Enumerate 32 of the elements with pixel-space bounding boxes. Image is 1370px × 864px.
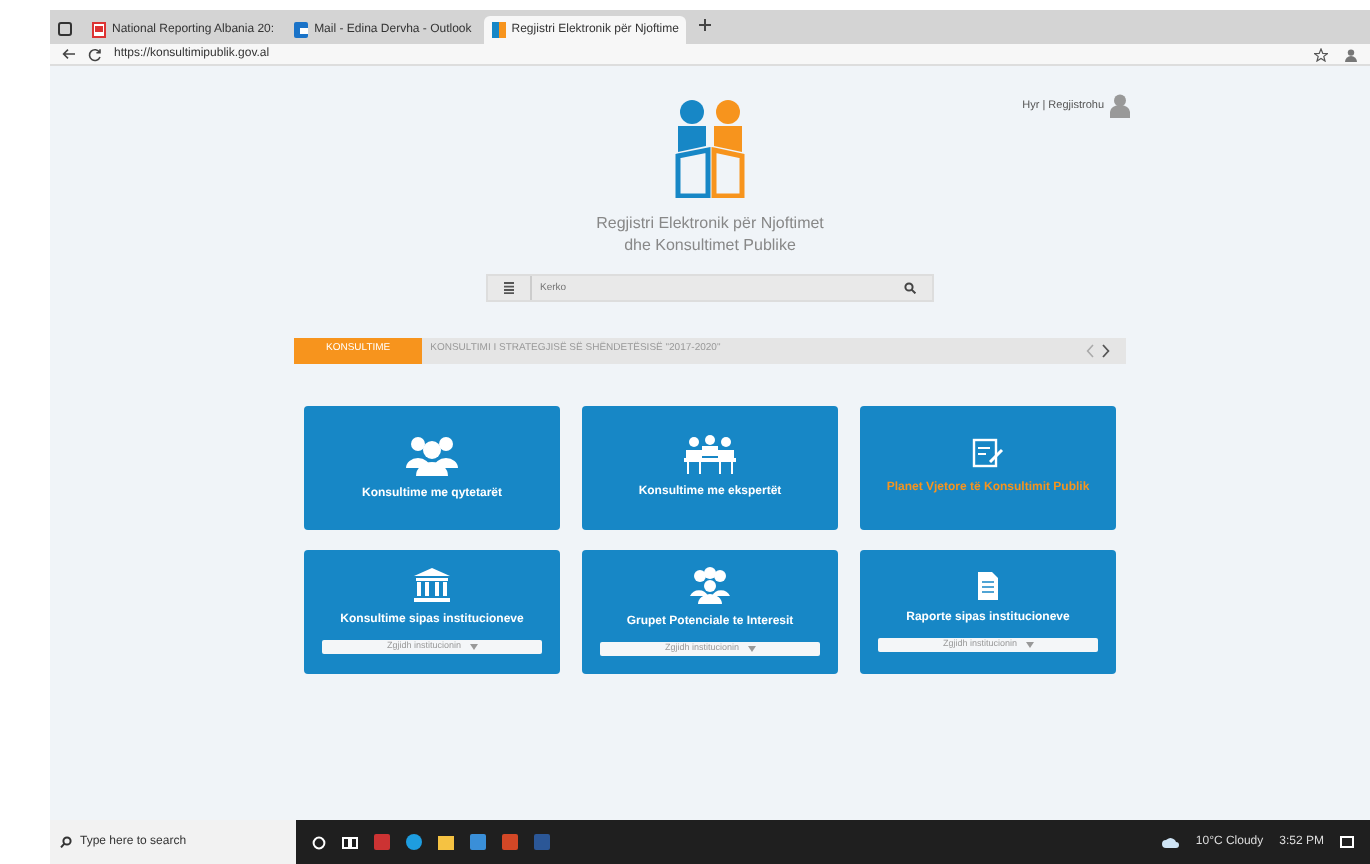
document-icon: [978, 571, 998, 600]
menu-icon[interactable]: [504, 281, 514, 294]
reload-icon[interactable]: [88, 47, 102, 61]
people-icon: [690, 566, 730, 605]
document-edit-icon: [972, 437, 1004, 470]
profile-icon[interactable]: [1344, 47, 1358, 61]
search-icon[interactable]: [904, 281, 916, 294]
new-tab-icon[interactable]: [698, 17, 713, 32]
caret-icon: [1025, 641, 1034, 648]
notification-icon[interactable]: [1340, 835, 1354, 849]
bank-icon: [414, 568, 450, 603]
site-title: Regjistri Elektronik për Njoftimet: [596, 214, 824, 236]
pdf-icon: [92, 22, 106, 38]
mail-icon: [294, 22, 309, 38]
site-subtitle: dhe Konsultimet Publike: [622, 235, 798, 258]
logo-icon: [491, 22, 506, 38]
meeting-icon: [682, 433, 738, 474]
search-icon: [60, 836, 72, 848]
user-icon[interactable]: [1110, 94, 1130, 118]
browser-icon[interactable]: [406, 834, 422, 850]
people-icon: [406, 431, 458, 476]
start-circle-icon[interactable]: [312, 835, 326, 849]
task-view-icon[interactable]: [342, 835, 358, 849]
caret-icon: [747, 646, 756, 653]
logo-icon: [672, 98, 748, 198]
next-icon[interactable]: [1102, 343, 1110, 358]
caret-icon: [469, 644, 478, 651]
folder-icon[interactable]: [438, 835, 454, 849]
star-icon[interactable]: [1314, 47, 1328, 61]
window-icon[interactable]: [58, 22, 72, 36]
back-icon[interactable]: [62, 48, 76, 60]
cloud-icon: [1161, 836, 1180, 848]
